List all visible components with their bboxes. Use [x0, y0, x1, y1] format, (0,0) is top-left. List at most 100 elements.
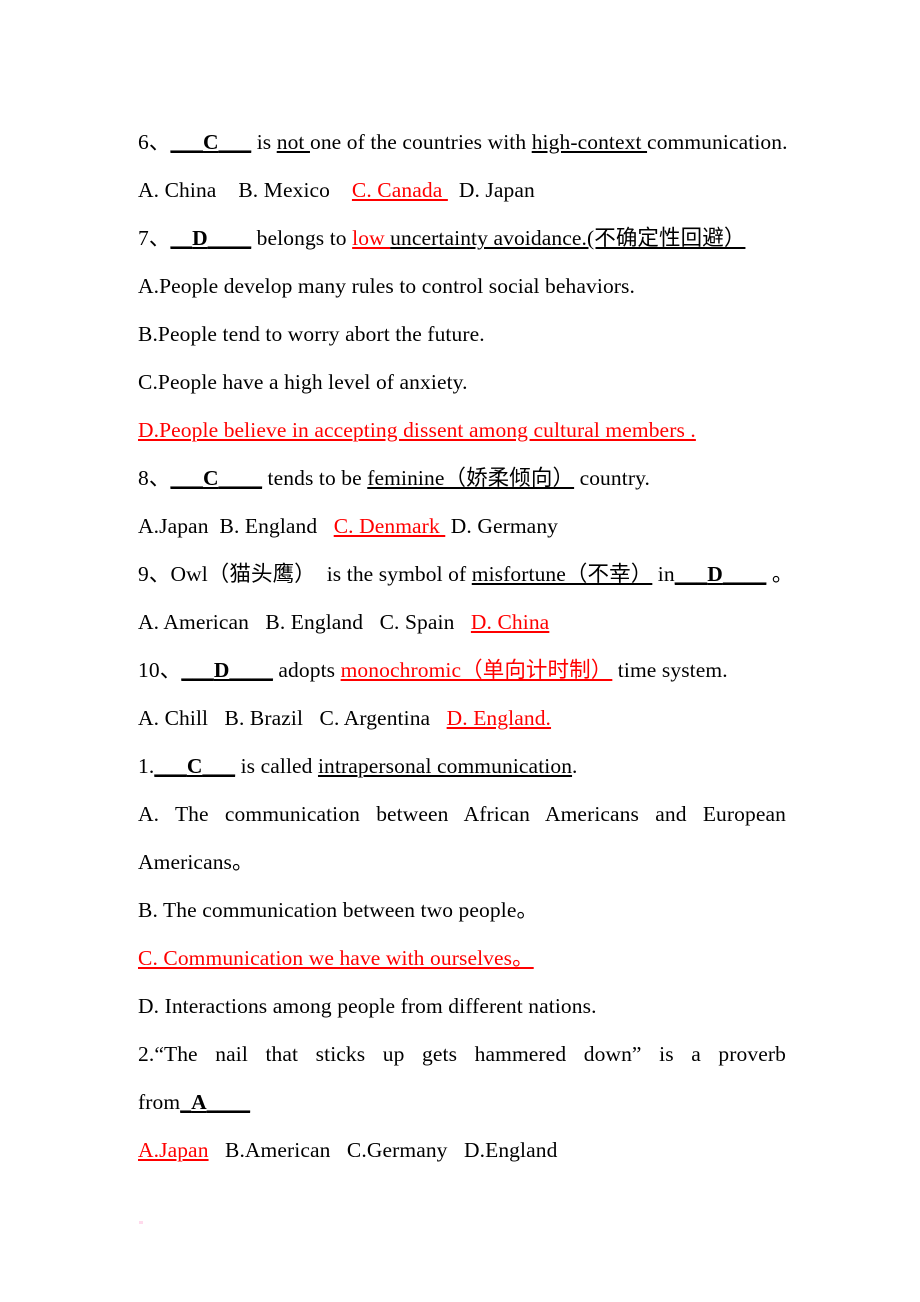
question-10-option-b: B. Brazil: [224, 706, 304, 730]
question-9-stem-c: in: [652, 562, 675, 586]
question-10-option-c: C. Argentina: [319, 706, 431, 730]
question-6-option-d: D. Japan: [458, 178, 535, 202]
question-8-options: A.Japan B. England C. Denmark D. Germany: [138, 502, 786, 550]
question-7-answer-letter: D: [192, 226, 208, 250]
question-7-underline-phrase: uncertainty avoidance.(不确定性回避）: [390, 226, 746, 250]
question-8-blank-post: ____: [218, 466, 263, 490]
question-9-blank-pre: ___: [674, 562, 708, 586]
question-2-option-b: B.American: [225, 1138, 331, 1162]
question-6-stem-a: is: [251, 130, 277, 154]
question-9-option-a: A. American: [138, 610, 249, 634]
question-10-underline-monochromic: monochromic（单向计时制）: [340, 658, 613, 682]
question-8-stem: 8、___C____ tends to be feminine（娇柔倾向） co…: [138, 454, 786, 502]
question-6-stem-c: communication.: [647, 130, 788, 154]
question-9-stem-a: Owl（猫头鹰）: [170, 562, 316, 586]
question-8-option-a: A.Japan: [138, 514, 209, 538]
question-1-option-a: A. The communication between African Ame…: [138, 790, 786, 886]
question-7-blank-pre: __: [170, 226, 193, 250]
question-7-underline-low: low: [352, 226, 391, 250]
question-2-stem-text: 2.“The nail that sticks up gets hammered…: [138, 1042, 786, 1066]
question-1-option-c-label: C. Communication we have with ourselves。: [138, 946, 534, 970]
question-1-option-d-label: D. Interactions among people from differ…: [138, 994, 597, 1018]
question-6-options: A. China B. Mexico C. Canada D. Japan: [138, 166, 786, 214]
question-1-stem-b: .: [572, 754, 578, 778]
question-7-stem-a: belongs to: [251, 226, 353, 250]
question-10-answer-letter: D: [213, 658, 230, 682]
question-6-blank-post: ___: [218, 130, 252, 154]
question-6-stem: 6、___C___ is not one of the countries wi…: [138, 118, 788, 166]
question-7-option-d-label: D.People believe in accepting dissent am…: [138, 418, 696, 442]
question-6-answer-letter: C: [203, 130, 219, 154]
question-1-underline-intrapersonal: intrapersonal communication: [317, 754, 573, 778]
question-10-stem: 10、___D____ adopts monochromic（单向计时制） ti…: [138, 646, 786, 694]
question-1-option-b-label: B. The communication between two people。: [138, 898, 539, 922]
question-7-option-a-label: A.People develop many rules to control s…: [138, 274, 635, 298]
question-8-option-d: D. Germany: [450, 514, 559, 538]
question-7-option-c: C.People have a high level of anxiety.: [138, 358, 786, 406]
question-9-option-d: D. China: [470, 610, 550, 634]
question-6-underline-not: not: [276, 130, 310, 154]
question-2-option-a: A.Japan: [138, 1138, 209, 1162]
question-9-stem-d: 。: [766, 562, 794, 586]
question-7-option-d: D.People believe in accepting dissent am…: [138, 406, 786, 454]
question-9-blank-post: ____: [722, 562, 767, 586]
question-6-number: 6、: [138, 130, 171, 154]
question-8-option-b: B. England: [219, 514, 318, 538]
question-1-number: 1.: [138, 754, 155, 778]
question-1-option-c: C. Communication we have with ourselves。: [138, 934, 786, 982]
question-8-option-c: C. Denmark: [333, 514, 446, 538]
question-8-stem-b: country.: [574, 466, 651, 490]
question-2-blank-post: ____: [206, 1090, 251, 1114]
question-7-stem: 7、__D____ belongs to low uncertainty avo…: [138, 214, 786, 262]
question-1-option-b: B. The communication between two people。: [138, 886, 786, 934]
question-1-option-a-label: A. The communication between African Ame…: [138, 802, 786, 874]
question-1-blank-pre: ___: [154, 754, 187, 778]
question-2-blank-pre: _: [180, 1090, 192, 1114]
question-8-answer-letter: C: [203, 466, 219, 490]
question-2-from-label: from: [138, 1090, 181, 1114]
scan-artifact: [139, 1221, 143, 1224]
question-2-option-c: C.Germany: [346, 1138, 448, 1162]
question-2-stem: 2.“The nail that sticks up gets hammered…: [138, 1030, 786, 1078]
question-9-stem: 9、Owl（猫头鹰） is the symbol of misfortune（不…: [138, 550, 793, 598]
question-7-blank-post: ____: [207, 226, 252, 250]
question-10-blank-pre: ___: [181, 658, 214, 682]
question-10-blank-post: ____: [229, 658, 273, 682]
question-10-stem-a: adopts: [272, 658, 341, 682]
question-9-option-b: B. England: [265, 610, 364, 634]
question-10-option-a: A. Chill: [138, 706, 209, 730]
question-1-option-d: D. Interactions among people from differ…: [138, 982, 786, 1030]
question-8-stem-a: tends to be: [262, 466, 368, 490]
question-6-blank-pre: ___: [170, 130, 204, 154]
question-1-stem-a: is called: [235, 754, 318, 778]
question-2-answer-letter: A: [191, 1090, 207, 1114]
question-1-blank-post: ___: [202, 754, 236, 778]
question-2-option-d: D.England: [463, 1138, 558, 1162]
question-1-stem: 1.___C___ is called intrapersonal commun…: [138, 742, 786, 790]
question-9-stem-b: is the symbol of: [315, 562, 472, 586]
question-8-number: 8、: [138, 466, 171, 490]
question-9-number: 9、: [138, 562, 171, 586]
question-9-option-c: C. Spain: [379, 610, 455, 634]
question-7-option-b-label: B.People tend to worry abort the future.: [138, 322, 485, 346]
question-6-option-c: C. Canada: [351, 178, 448, 202]
question-9-underline-misfortune: misfortune（不幸）: [471, 562, 653, 586]
question-1-answer-letter: C: [186, 754, 203, 778]
question-8-underline-feminine: feminine（娇柔倾向）: [367, 466, 575, 490]
question-7-number: 7、: [138, 226, 171, 250]
document-body: 6、___C___ is not one of the countries wi…: [138, 118, 793, 1174]
document-page: 6、___C___ is not one of the countries wi…: [0, 0, 920, 1302]
question-6-underline-highcontext: high-context: [531, 130, 648, 154]
question-8-blank-pre: ___: [170, 466, 204, 490]
question-6-option-a: A. China: [138, 178, 217, 202]
